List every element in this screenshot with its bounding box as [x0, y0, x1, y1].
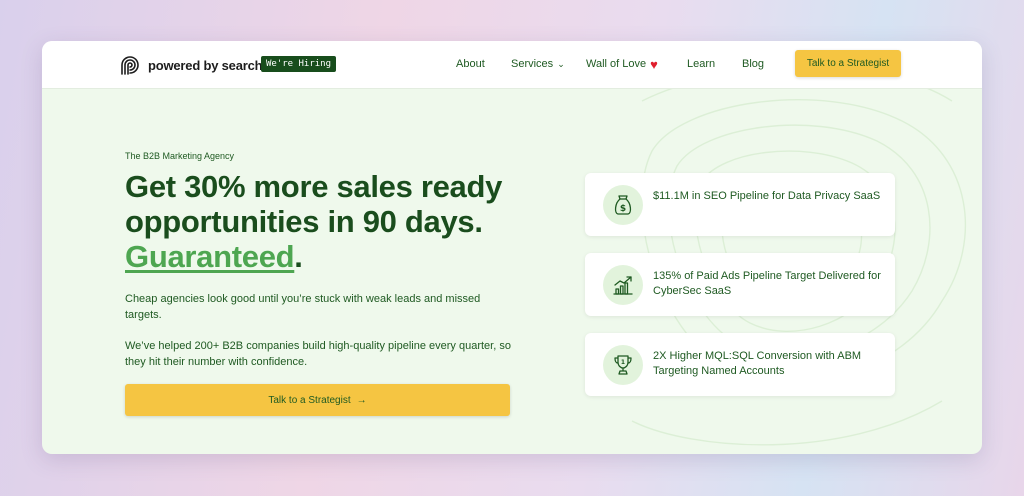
- hero-cta-label: Talk to a Strategist: [268, 394, 351, 406]
- hero-paragraph-1: Cheap agencies look good until you’re st…: [125, 293, 481, 321]
- nav-talk-to-strategist-button[interactable]: Talk to a Strategist: [795, 50, 901, 77]
- brand-logo[interactable]: powered by search: [118, 53, 263, 77]
- nav-services[interactable]: Services ⌄: [511, 58, 565, 70]
- nav-about[interactable]: About: [456, 58, 485, 70]
- stat-card-paid-ads: 135% of Paid Ads Pipeline Target Deliver…: [585, 253, 895, 316]
- nav-wall-of-love-label: Wall of Love: [586, 58, 647, 70]
- brand-name: powered by search: [148, 57, 263, 73]
- hero-paragraph-2: We’ve helped 200+ B2B companies build hi…: [125, 340, 511, 368]
- stat-card-seo-pipeline: $ $11.1M in SEO Pipeline for Data Privac…: [585, 173, 895, 236]
- stat-text: 135% of Paid Ads Pipeline Target Deliver…: [653, 270, 881, 297]
- heart-icon: ♥: [650, 56, 658, 72]
- hiring-badge[interactable]: We're Hiring: [261, 56, 337, 72]
- growth-chart-icon: [603, 265, 643, 305]
- stat-text: $11.1M in SEO Pipeline for Data Privacy …: [653, 190, 881, 202]
- nav-learn-label: Learn: [687, 58, 716, 70]
- nav-wall-of-love[interactable]: Wall of Love ♥: [586, 56, 658, 72]
- browser-card: powered by search We're Hiring About Ser…: [42, 41, 982, 454]
- nav-learn[interactable]: Learn: [687, 58, 715, 70]
- svg-text:$: $: [620, 204, 626, 214]
- svg-text:1: 1: [621, 359, 625, 366]
- stat-card-abm-conversion: 1 2X Higher MQL:SQL Conversion with ABM …: [585, 333, 895, 396]
- hero-talk-to-strategist-button[interactable]: Talk to a Strategist →: [125, 384, 510, 416]
- stat-text: 2X Higher MQL:SQL Conversion with ABM Ta…: [653, 350, 862, 377]
- money-bag-icon: $: [603, 185, 643, 225]
- nav-about-label: About: [456, 58, 485, 70]
- nav-blog-label: Blog: [742, 58, 765, 70]
- hero-headline-end: .: [294, 239, 303, 274]
- top-navigation: powered by search We're Hiring About Ser…: [42, 41, 982, 89]
- arrow-right-icon: →: [356, 394, 367, 406]
- hero-headline-main: Get 30% more sales ready opportunities i…: [125, 169, 503, 239]
- hero-headline-accent: Guaranteed: [125, 239, 295, 274]
- nav-services-label: Services: [511, 58, 554, 70]
- hero-headline: Get 30% more sales ready opportunities i…: [125, 169, 545, 274]
- chevron-down-icon: ⌄: [557, 58, 565, 69]
- powered-by-search-logo-icon: [121, 56, 139, 75]
- hero-eyebrow: The B2B Marketing Agency: [125, 151, 235, 161]
- nav-blog[interactable]: Blog: [742, 58, 764, 70]
- trophy-icon: 1: [603, 345, 643, 385]
